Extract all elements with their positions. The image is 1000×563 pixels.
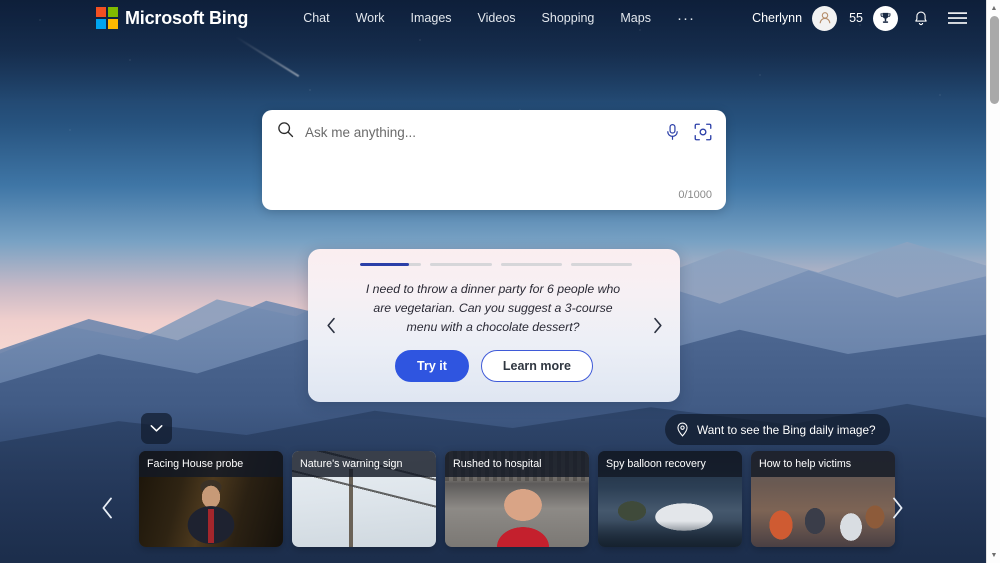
search-box: 0/1000 (262, 110, 726, 210)
visual-search-camera-icon (694, 123, 712, 141)
rewards-count: 55 (849, 11, 863, 25)
chevron-left-icon (326, 317, 335, 334)
suggestion-prompt-text: I need to throw a dinner party for 6 peo… (365, 282, 621, 335)
news-card[interactable]: How to help victims (751, 451, 895, 547)
collapse-feed-button[interactable] (141, 413, 172, 444)
top-header: Microsoft Bing Chat Work Images Videos S… (0, 0, 986, 36)
suggestion-card: I need to throw a dinner party for 6 peo… (308, 249, 680, 402)
suggestion-progress (308, 249, 680, 266)
user-name: Cherlynn (752, 11, 803, 25)
bell-icon (915, 10, 927, 25)
search-tools (665, 123, 712, 141)
news-prev-button[interactable] (92, 493, 122, 523)
nav-item-images[interactable]: Images (411, 11, 452, 25)
progress-bar-2[interactable] (430, 263, 492, 266)
person-avatar-icon (819, 12, 830, 24)
learn-more-button[interactable]: Learn more (480, 350, 593, 383)
news-card-title: Spy balloon recovery (598, 451, 742, 477)
search-input[interactable] (305, 124, 665, 140)
news-card[interactable]: Rushed to hospital (445, 451, 589, 547)
scroll-up-arrow-icon[interactable]: ▲ (987, 1, 1000, 15)
notifications-button[interactable] (908, 5, 934, 31)
news-card-title: How to help victims (751, 451, 895, 477)
hamburger-menu-button[interactable] (944, 5, 970, 31)
main-nav: Chat Work Images Videos Shopping Maps ··… (303, 11, 695, 26)
header-user-area: Cherlynn 55 (752, 5, 970, 31)
chevron-right-icon (892, 497, 903, 519)
news-carousel: Facing House probe Nature's warning sign… (139, 451, 895, 547)
brand-name: Microsoft Bing (125, 7, 249, 28)
scrollbar-thumb[interactable] (990, 16, 999, 104)
page-scrollbar[interactable]: ▲ ▼ (986, 0, 1000, 563)
bing-homepage: Microsoft Bing Chat Work Images Videos S… (0, 0, 1000, 563)
location-pin-icon (677, 422, 688, 437)
news-card[interactable]: Spy balloon recovery (598, 451, 742, 547)
microphone-icon (667, 123, 678, 140)
nav-item-shopping[interactable]: Shopping (542, 11, 595, 25)
progress-bar-3[interactable] (500, 263, 562, 266)
news-card-title: Rushed to hospital (445, 451, 589, 477)
chevron-right-icon (653, 317, 662, 334)
hamburger-menu-icon (947, 12, 967, 24)
daily-image-label: Want to see the Bing daily image? (697, 422, 876, 437)
suggestion-actions: Try it Learn more (308, 350, 680, 383)
microphone-button[interactable] (665, 123, 680, 141)
nav-item-videos[interactable]: Videos (478, 11, 516, 25)
try-it-button[interactable]: Try it (395, 350, 469, 383)
brand-logo[interactable]: Microsoft Bing (96, 7, 248, 29)
nav-item-maps[interactable]: Maps (620, 11, 651, 25)
news-next-button[interactable] (882, 493, 912, 523)
rewards-badge[interactable] (873, 5, 898, 31)
search-row (262, 110, 726, 154)
scroll-down-arrow-icon[interactable]: ▼ (987, 548, 1000, 562)
character-counter: 0/1000 (678, 189, 712, 201)
nav-more-icon[interactable]: ··· (677, 11, 695, 26)
progress-bar-1[interactable] (360, 263, 422, 266)
search-icon (277, 121, 294, 143)
avatar[interactable] (812, 5, 838, 31)
news-card-title: Nature's warning sign (292, 451, 436, 477)
chevron-left-icon (102, 497, 112, 519)
visual-search-button[interactable] (694, 123, 712, 141)
nav-item-work[interactable]: Work (356, 11, 385, 25)
news-card-title: Facing House probe (139, 451, 283, 477)
daily-image-button[interactable]: Want to see the Bing daily image? (665, 414, 890, 445)
suggestion-prev-button[interactable] (320, 315, 342, 337)
suggestion-next-button[interactable] (646, 315, 668, 337)
microsoft-squares-icon (96, 7, 118, 29)
news-card[interactable]: Facing House probe (139, 451, 283, 547)
trophy-icon (880, 12, 891, 23)
news-card[interactable]: Nature's warning sign (292, 451, 436, 547)
progress-bar-4[interactable] (570, 263, 632, 266)
chevron-down-icon (150, 425, 163, 432)
nav-item-chat[interactable]: Chat (303, 11, 329, 25)
